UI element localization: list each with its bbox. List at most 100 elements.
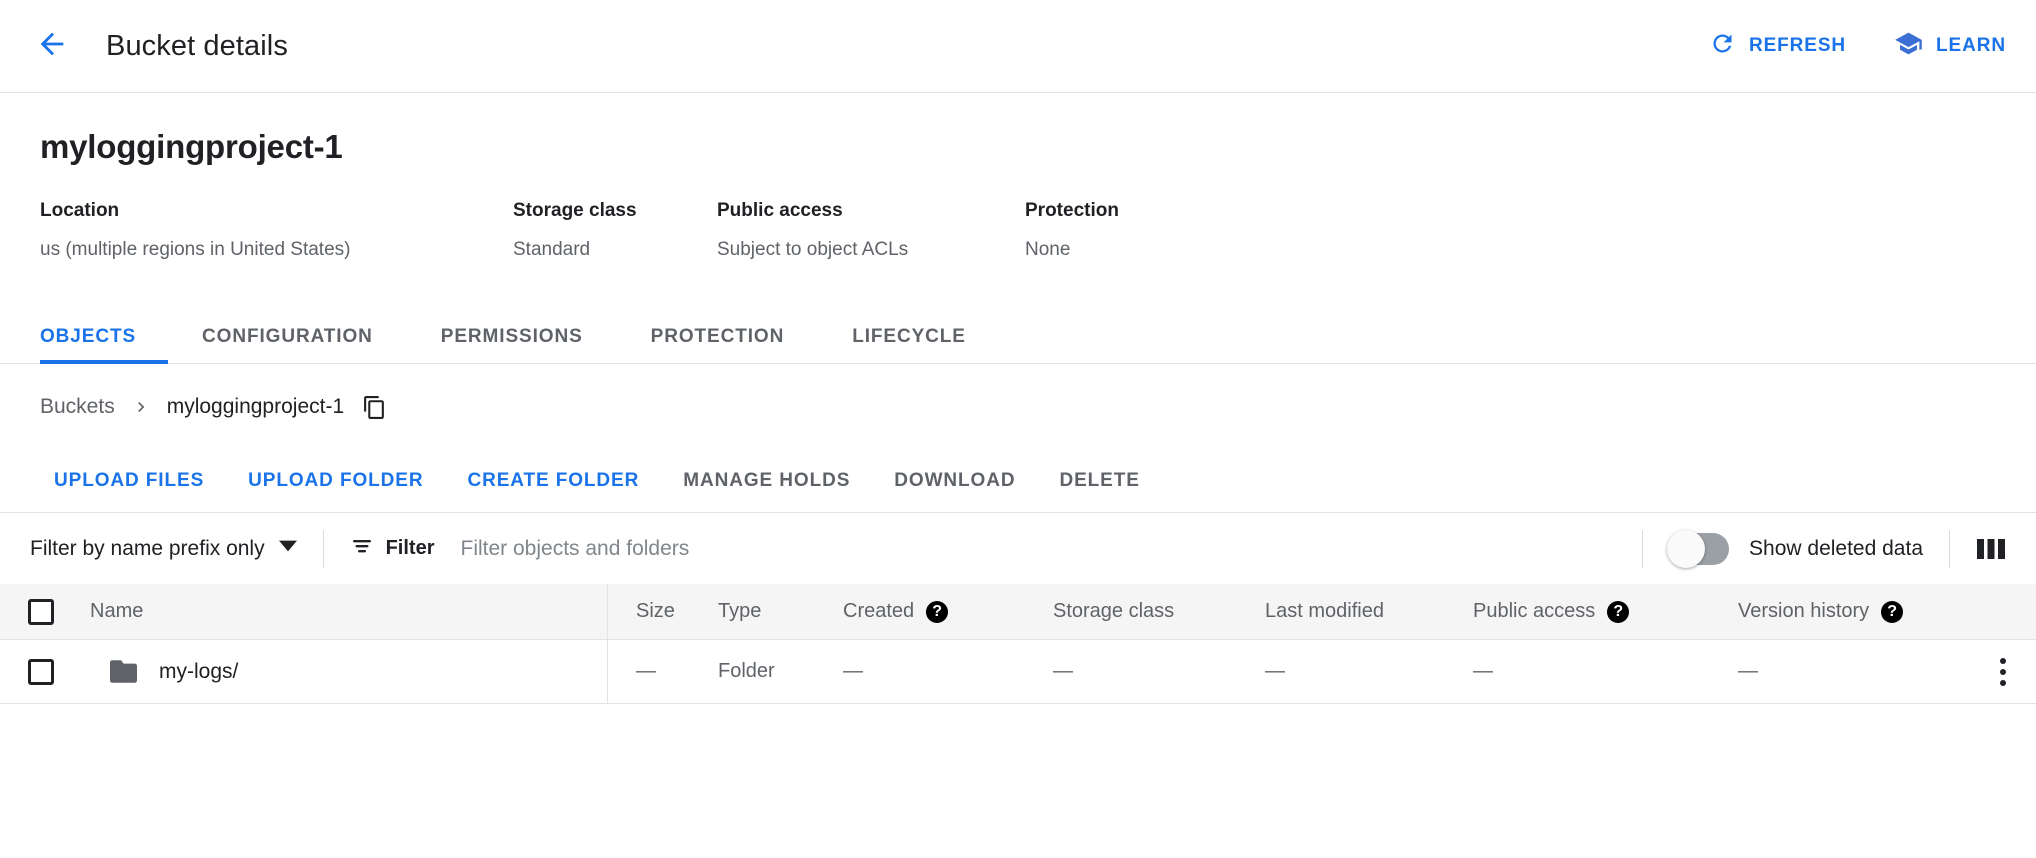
table-header-row: Name Size Type Created ? Storage class L…	[0, 584, 2036, 640]
show-deleted-data-control: Show deleted data	[1669, 533, 1923, 565]
manage-holds-button[interactable]: MANAGE HOLDS	[661, 470, 872, 492]
filter-input[interactable]	[461, 537, 1101, 561]
breadcrumb: Buckets myloggingproject-1	[0, 364, 2036, 450]
column-settings-icon[interactable]	[1976, 536, 2006, 562]
filter-label: Filter	[386, 537, 435, 560]
divider-2	[1642, 530, 1643, 568]
header-storage-class-cell: Storage class	[1053, 600, 1265, 623]
row-public-access-value: —	[1473, 660, 1493, 683]
version-history-help-icon[interactable]: ?	[1881, 601, 1903, 623]
show-deleted-data-label: Show deleted data	[1749, 537, 1923, 561]
row-name-link[interactable]: my-logs/	[159, 660, 238, 684]
header-created-cell: Created ?	[843, 600, 1053, 623]
bucket-meta-row: Location us (multiple regions in United …	[40, 200, 1996, 261]
header-created-label: Created	[843, 600, 914, 623]
row-public-access-cell: —	[1473, 660, 1738, 683]
create-folder-button[interactable]: CREATE FOLDER	[445, 470, 661, 492]
row-checkbox[interactable]	[28, 659, 54, 685]
row-last-modified-value: —	[1265, 660, 1285, 683]
meta-label-public-access: Public access	[717, 200, 1025, 222]
header-last-modified-label: Last modified	[1265, 600, 1384, 623]
header-public-access-cell: Public access ?	[1473, 600, 1738, 623]
tab-protection[interactable]: PROTECTION	[617, 326, 819, 363]
header-size-label: Size	[636, 600, 675, 623]
upload-files-button[interactable]: UPLOAD FILES	[40, 470, 226, 492]
row-version-history-value: —	[1738, 660, 1758, 683]
arrow-back-icon	[35, 27, 69, 66]
chevron-right-icon	[131, 397, 151, 417]
meta-value-public-access: Subject to object ACLs	[717, 239, 1025, 261]
meta-value-protection: None	[1025, 239, 1225, 261]
learn-button[interactable]: LEARN	[1894, 29, 2006, 64]
row-last-modified-cell: —	[1265, 660, 1473, 683]
row-name-cell: my-logs/	[72, 640, 608, 703]
copy-icon[interactable]	[362, 395, 387, 420]
page-title: Bucket details	[106, 30, 288, 63]
divider	[323, 530, 324, 568]
app-bar: Bucket details REFRESH LEARN	[0, 0, 2036, 93]
header-type-cell: Type	[718, 600, 843, 623]
meta-protection: Protection None	[1025, 200, 1225, 261]
header-select-all-cell	[0, 599, 72, 625]
meta-value-location: us (multiple regions in United States)	[40, 239, 513, 261]
upload-folder-button[interactable]: UPLOAD FOLDER	[226, 470, 445, 492]
refresh-button[interactable]: REFRESH	[1709, 30, 1846, 63]
tab-lifecycle[interactable]: LIFECYCLE	[818, 326, 1000, 363]
header-name-label: Name	[90, 600, 143, 623]
tab-permissions[interactable]: PERMISSIONS	[407, 326, 617, 363]
toggle-knob	[1667, 530, 1705, 568]
header-name-cell: Name	[72, 584, 608, 640]
meta-public-access: Public access Subject to object ACLs	[717, 200, 1025, 261]
delete-button[interactable]: DELETE	[1037, 470, 1161, 492]
meta-location: Location us (multiple regions in United …	[40, 200, 513, 261]
header-type-label: Type	[718, 600, 761, 623]
header-version-history-label: Version history	[1738, 600, 1869, 623]
table-row[interactable]: my-logs/ — Folder — — — — —	[0, 640, 2036, 704]
bucket-summary: myloggingproject-1 Location us (multiple…	[0, 93, 2036, 261]
kebab-dot-3	[2000, 680, 2006, 686]
row-storage-class-cell: —	[1053, 660, 1265, 683]
show-deleted-data-toggle[interactable]	[1669, 533, 1729, 565]
row-type-value: Folder	[718, 660, 775, 683]
meta-value-storage-class: Standard	[513, 239, 717, 261]
meta-label-location: Location	[40, 200, 513, 222]
refresh-icon	[1709, 30, 1736, 63]
row-menu-cell	[1960, 652, 2036, 692]
header-size-cell: Size	[608, 600, 718, 623]
row-storage-class-value: —	[1053, 660, 1073, 683]
more-vert-icon[interactable]	[1994, 652, 2012, 692]
filter-mode-label: Filter by name prefix only	[30, 537, 265, 561]
divider-3	[1949, 530, 1950, 568]
meta-label-storage-class: Storage class	[513, 200, 717, 222]
row-size-value: —	[636, 660, 656, 683]
created-help-icon[interactable]: ?	[926, 601, 948, 623]
header-last-modified-cell: Last modified	[1265, 600, 1473, 623]
row-select-cell	[0, 659, 72, 685]
row-type-cell: Folder	[718, 660, 843, 683]
bucket-name: myloggingproject-1	[40, 128, 1996, 166]
row-created-value: —	[843, 660, 863, 683]
select-all-checkbox[interactable]	[28, 599, 54, 625]
row-size-cell: —	[608, 660, 718, 683]
graduation-cap-icon	[1894, 29, 1923, 64]
tab-objects[interactable]: OBJECTS	[40, 326, 168, 363]
learn-label: LEARN	[1936, 35, 2006, 57]
public-access-help-icon[interactable]: ?	[1607, 601, 1629, 623]
chevron-down-icon	[279, 537, 297, 561]
download-button[interactable]: DOWNLOAD	[872, 470, 1037, 492]
object-actions-toolbar: UPLOAD FILES UPLOAD FOLDER CREATE FOLDER…	[0, 450, 2036, 512]
tab-configuration[interactable]: CONFIGURATION	[168, 326, 407, 363]
objects-table: Name Size Type Created ? Storage class L…	[0, 584, 2036, 704]
filter-icon	[350, 534, 374, 563]
filter-input-group: Filter	[350, 534, 1616, 563]
header-version-history-cell: Version history ?	[1738, 600, 1960, 623]
back-button[interactable]	[24, 18, 80, 74]
breadcrumb-buckets-link[interactable]: Buckets	[40, 395, 115, 419]
folder-icon	[110, 660, 137, 683]
kebab-dot-2	[2000, 669, 2006, 675]
row-created-cell: —	[843, 660, 1053, 683]
filter-mode-dropdown[interactable]: Filter by name prefix only	[30, 537, 297, 561]
breadcrumb-current: myloggingproject-1	[167, 395, 344, 419]
meta-storage-class: Storage class Standard	[513, 200, 717, 261]
kebab-dot-1	[2000, 658, 2006, 664]
